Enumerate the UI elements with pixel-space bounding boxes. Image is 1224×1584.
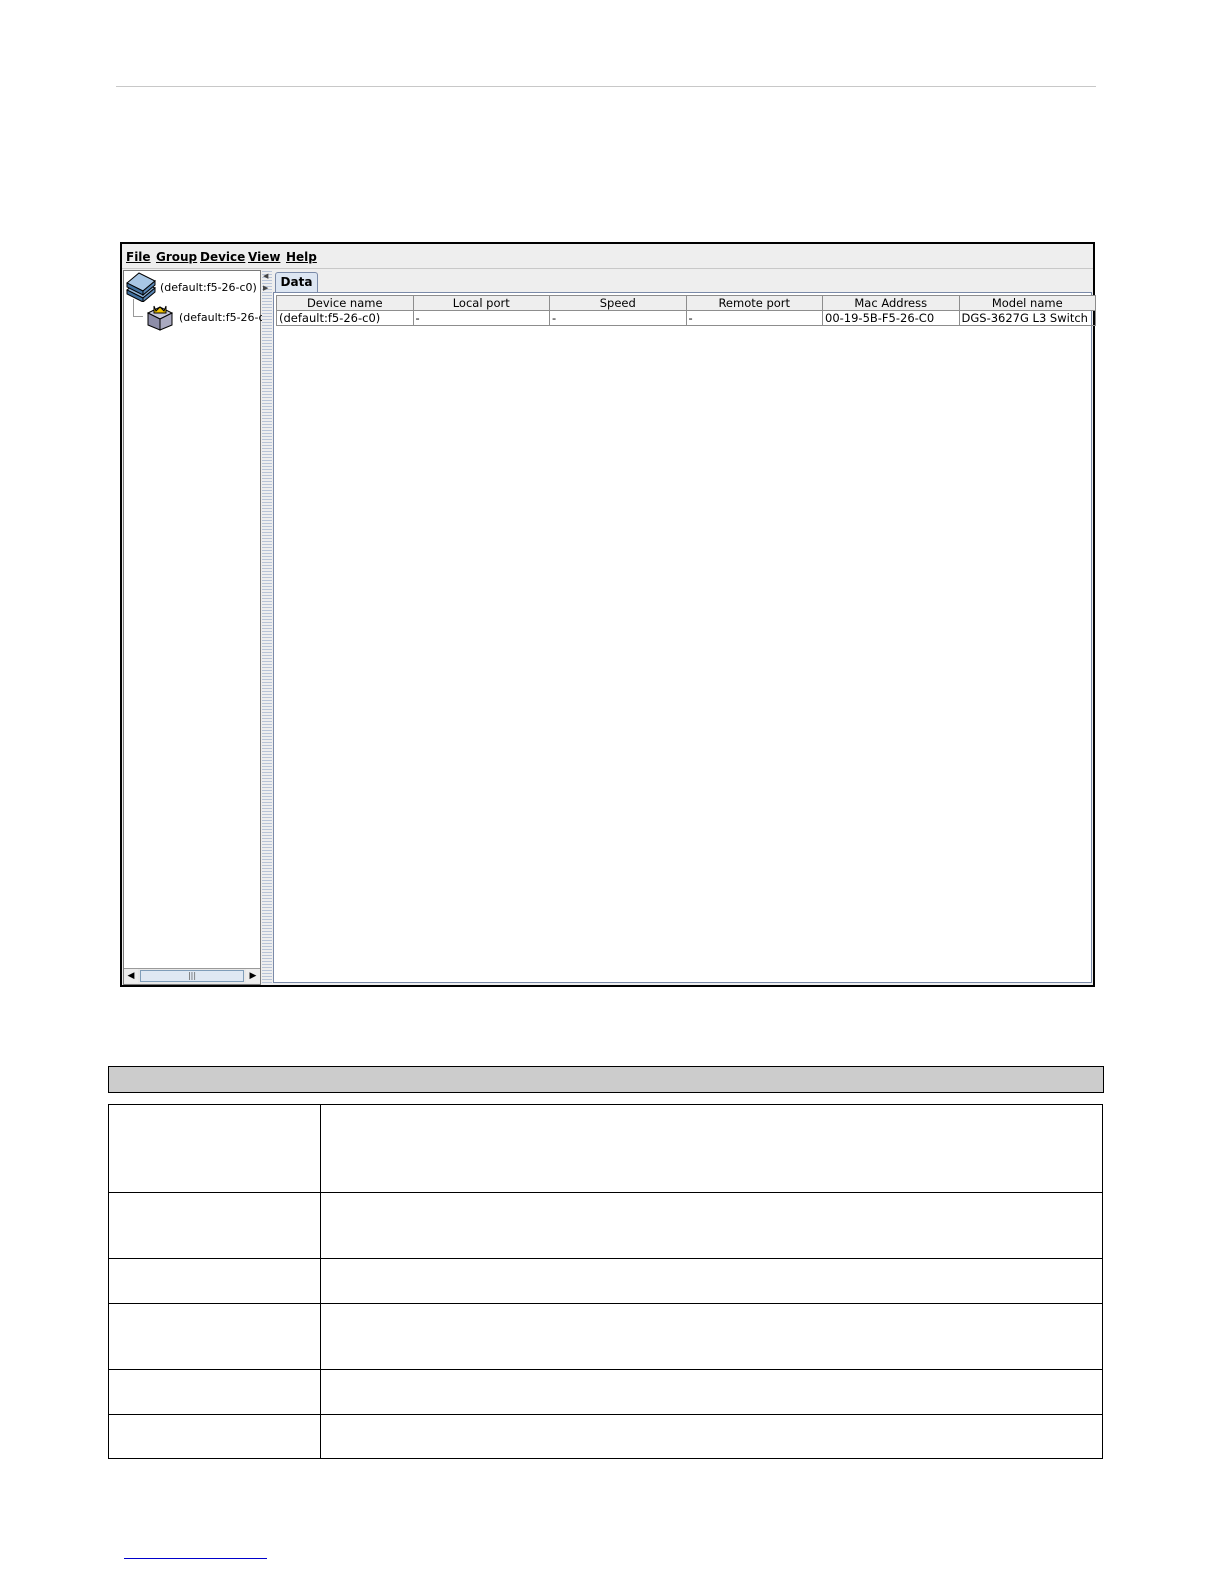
cell-local-port: - <box>412 310 550 326</box>
doc-parameter-table <box>108 1104 1103 1459</box>
tree-horizontal-scrollbar[interactable]: ◀ ||| ▶ <box>124 968 260 984</box>
menu-bar: File Group Device View Help <box>122 244 1093 269</box>
expand-right-icon[interactable]: ▶ <box>263 284 268 292</box>
doc-table-header <box>108 1066 1104 1093</box>
cell-speed: - <box>549 310 687 326</box>
tab-panel-data: Device name Local port Speed Remote port… <box>273 292 1096 983</box>
tree-node-root[interactable]: (default:f5-26-c0) <box>125 272 257 304</box>
tab-data[interactable]: Data <box>275 272 318 292</box>
collapse-left-icon[interactable]: ◀ <box>263 272 268 280</box>
parameter-cell <box>108 1414 321 1459</box>
description-cell <box>320 1369 1103 1415</box>
cell-model-name: DGS-3627G L3 Switch <box>958 310 1096 326</box>
menu-view[interactable]: View <box>248 250 280 264</box>
parameter-cell <box>108 1258 321 1304</box>
tree-connector <box>133 299 134 316</box>
parameter-cell <box>108 1104 321 1193</box>
column-speed[interactable]: Speed <box>549 295 687 311</box>
cell-mac-address: 00-19-5B-F5-26-C0 <box>822 310 960 326</box>
scroll-thumb[interactable]: ||| <box>140 970 244 982</box>
app-window: File Group Device View Help (default:f5-… <box>120 242 1096 987</box>
page-top-rule <box>116 86 1096 87</box>
scroll-left-icon[interactable]: ◀ <box>124 969 138 983</box>
table-row <box>108 1369 1103 1415</box>
menu-device[interactable]: Device <box>200 250 245 264</box>
device-tree: (default:f5-26-c0) (default:f5-26-c0) ◀ … <box>123 270 276 985</box>
device-table: Device name Local port Speed Remote port… <box>276 295 1096 326</box>
menu-help[interactable]: Help <box>286 250 317 264</box>
switch-device-icon <box>144 303 176 331</box>
description-cell <box>320 1192 1103 1259</box>
table-row[interactable]: (default:f5-26-c0) - - - 00-19-5B-F5-26-… <box>276 310 1096 326</box>
table-row <box>108 1303 1103 1370</box>
table-header-row: Device name Local port Speed Remote port… <box>276 295 1096 311</box>
tree-node-child[interactable]: (default:f5-26-c0) <box>144 303 276 331</box>
parameter-cell <box>108 1369 321 1415</box>
description-cell <box>320 1258 1103 1304</box>
description-cell <box>320 1303 1103 1370</box>
tree-node-root-label: (default:f5-26-c0) <box>160 280 257 294</box>
description-cell <box>320 1104 1103 1193</box>
tree-connector <box>133 316 143 317</box>
footer-link-underline[interactable] <box>124 1558 267 1559</box>
column-device-name[interactable]: Device name <box>276 295 414 311</box>
menu-file[interactable]: File <box>126 250 151 264</box>
table-row <box>108 1192 1103 1259</box>
menu-group[interactable]: Group <box>156 250 197 264</box>
parameter-cell <box>108 1192 321 1259</box>
table-row <box>108 1258 1103 1304</box>
parameter-cell <box>108 1303 321 1370</box>
table-row <box>108 1414 1103 1459</box>
switch-stack-icon <box>125 272 157 304</box>
column-local-port[interactable]: Local port <box>412 295 550 311</box>
pane-splitter[interactable]: ◀ ▶ <box>262 270 272 985</box>
table-row <box>108 1104 1103 1193</box>
description-cell <box>320 1414 1103 1459</box>
cell-device-name: (default:f5-26-c0) <box>276 310 414 326</box>
cell-remote-port: - <box>685 310 823 326</box>
detail-pane: Data Device name Local port Speed Remote… <box>272 270 1096 985</box>
column-model-name[interactable]: Model name <box>958 295 1096 311</box>
scroll-right-icon[interactable]: ▶ <box>246 969 260 983</box>
column-mac-address[interactable]: Mac Address <box>822 295 960 311</box>
column-remote-port[interactable]: Remote port <box>685 295 823 311</box>
